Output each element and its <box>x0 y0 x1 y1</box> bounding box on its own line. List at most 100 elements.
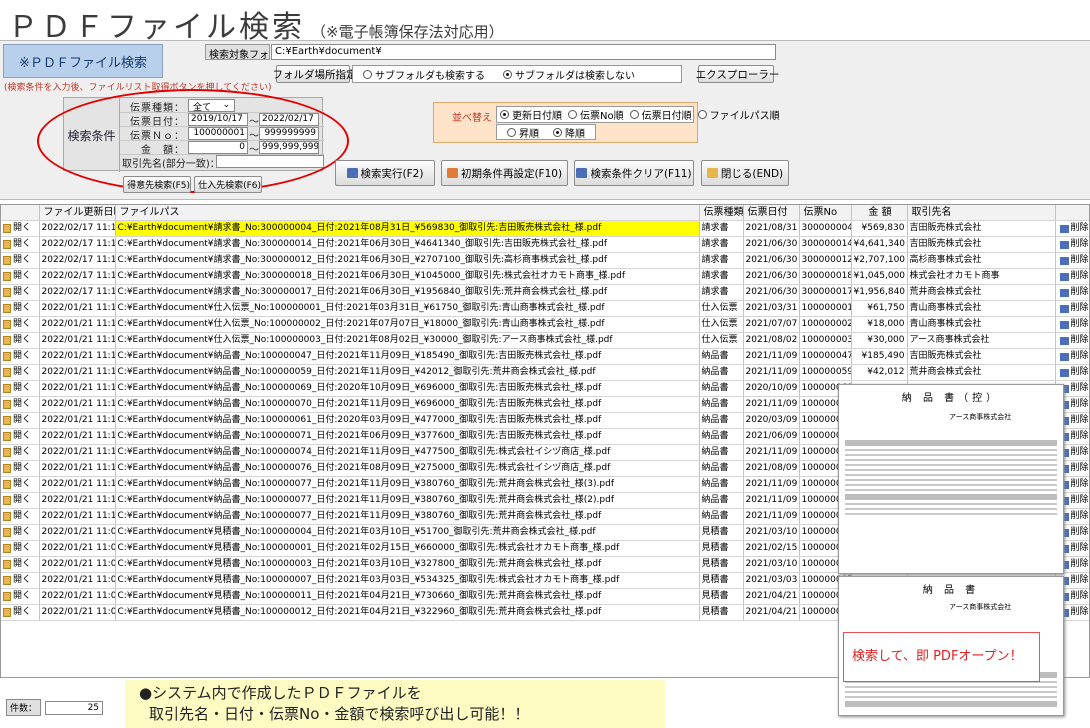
delete-cell[interactable]: 削除 <box>1055 301 1090 317</box>
open-cell[interactable]: 開く <box>1 429 39 445</box>
open-cell[interactable]: 開く <box>1 557 39 573</box>
open-button[interactable]: 開く <box>3 413 37 428</box>
delete-button[interactable]: 削除 <box>1058 317 1089 332</box>
table-row[interactable]: 開く2022/02/17 11:17:36C:¥Earth¥document¥請… <box>1 253 1090 269</box>
delete-cell[interactable]: 削除 <box>1055 349 1090 365</box>
table-row[interactable]: 開く2022/01/21 11:16:21C:¥Earth¥document¥仕… <box>1 333 1090 349</box>
delete-cell[interactable]: 削除 <box>1055 317 1090 333</box>
open-button[interactable]: 開く <box>3 429 37 444</box>
delete-button[interactable]: 削除 <box>1058 333 1089 348</box>
open-button[interactable]: 開く <box>3 477 37 492</box>
open-cell[interactable]: 開く <box>1 605 39 621</box>
close-button[interactable]: 閉じる(END) <box>701 160 789 186</box>
delete-button[interactable]: 削除 <box>1058 253 1089 268</box>
customer-search-button[interactable]: 得意先検索(F5) <box>123 176 191 193</box>
header-number[interactable]: 伝票No <box>799 205 851 221</box>
delete-cell[interactable]: 削除 <box>1055 221 1090 237</box>
open-cell[interactable]: 開く <box>1 317 39 333</box>
table-row[interactable]: 開く2022/01/21 11:15:19C:¥Earth¥document¥納… <box>1 365 1090 381</box>
open-button[interactable]: 開く <box>3 333 37 348</box>
delete-cell[interactable]: 削除 <box>1055 285 1090 301</box>
open-cell[interactable]: 開く <box>1 509 39 525</box>
open-cell[interactable]: 開く <box>1 253 39 269</box>
open-button[interactable]: 開く <box>3 285 37 300</box>
open-button[interactable]: 開く <box>3 349 37 364</box>
open-cell[interactable]: 開く <box>1 365 39 381</box>
header-amount[interactable]: 金 額 <box>851 205 907 221</box>
order-asc-radio[interactable]: 昇順 <box>507 125 539 140</box>
open-cell[interactable]: 開く <box>1 333 39 349</box>
header-date[interactable]: 伝票日付 <box>743 205 799 221</box>
delete-cell[interactable]: 削除 <box>1055 333 1090 349</box>
open-button[interactable]: 開く <box>3 269 37 284</box>
delete-cell[interactable]: 削除 <box>1055 253 1090 269</box>
open-cell[interactable]: 開く <box>1 461 39 477</box>
open-button[interactable]: 開く <box>3 461 37 476</box>
open-cell[interactable]: 開く <box>1 573 39 589</box>
sort-number-radio[interactable]: 伝票No順 <box>568 107 624 122</box>
reset-conditions-button[interactable]: 初期条件再設定(F10) <box>441 160 568 186</box>
open-button[interactable]: 開く <box>3 525 37 540</box>
delete-button[interactable]: 削除 <box>1058 349 1089 364</box>
supplier-search-button[interactable]: 仕入先検索(F6) <box>194 176 262 193</box>
open-cell[interactable]: 開く <box>1 477 39 493</box>
open-cell[interactable]: 開く <box>1 445 39 461</box>
open-button[interactable]: 開く <box>3 605 37 620</box>
order-desc-radio[interactable]: 降順 <box>553 125 585 140</box>
header-updated[interactable]: ファイル更新日時 <box>39 205 115 221</box>
table-row[interactable]: 開く2022/02/17 11:17:34C:¥Earth¥document¥請… <box>1 269 1090 285</box>
table-row[interactable]: 開く2022/01/21 11:16:34C:¥Earth¥document¥仕… <box>1 317 1090 333</box>
open-button[interactable]: 開く <box>3 541 37 556</box>
header-partner[interactable]: 取引先名 <box>907 205 1055 221</box>
open-button[interactable]: 開く <box>3 589 37 604</box>
delete-button[interactable]: 削除 <box>1058 237 1089 252</box>
table-row[interactable]: 開く2022/02/17 11:17:32C:¥Earth¥document¥請… <box>1 285 1090 301</box>
open-button[interactable]: 開く <box>3 365 37 380</box>
open-button[interactable]: 開く <box>3 221 37 236</box>
delete-button[interactable]: 削除 <box>1058 221 1089 236</box>
open-cell[interactable]: 開く <box>1 413 39 429</box>
sort-path-radio[interactable]: ファイルパス順 <box>698 107 780 122</box>
open-button[interactable]: 開く <box>3 557 37 572</box>
table-row[interactable]: 開く2022/01/21 11:15:45C:¥Earth¥document¥納… <box>1 349 1090 365</box>
subfolder-no-radio[interactable]: サブフォルダは検索しない <box>503 67 635 82</box>
delete-button[interactable]: 削除 <box>1058 301 1089 316</box>
open-cell[interactable]: 開く <box>1 541 39 557</box>
open-cell[interactable]: 開く <box>1 269 39 285</box>
header-kind[interactable]: 伝票種類 <box>699 205 743 221</box>
open-cell[interactable]: 開く <box>1 397 39 413</box>
delete-cell[interactable]: 削除 <box>1055 365 1090 381</box>
table-row[interactable]: 開く2022/02/17 11:17:38C:¥Earth¥document¥請… <box>1 237 1090 253</box>
delete-button[interactable]: 削除 <box>1058 269 1089 284</box>
open-cell[interactable]: 開く <box>1 493 39 509</box>
open-cell[interactable]: 開く <box>1 221 39 237</box>
clear-conditions-button[interactable]: 検索条件クリア(F11) <box>574 160 694 186</box>
open-cell[interactable]: 開く <box>1 285 39 301</box>
delete-cell[interactable]: 削除 <box>1055 237 1090 253</box>
open-cell[interactable]: 開く <box>1 381 39 397</box>
open-button[interactable]: 開く <box>3 301 37 316</box>
delete-button[interactable]: 削除 <box>1058 285 1089 300</box>
open-button[interactable]: 開く <box>3 237 37 252</box>
table-row[interactable]: 開く2022/02/17 11:17:46C:¥Earth¥document¥請… <box>1 221 1090 237</box>
subfolder-yes-radio[interactable]: サブフォルダも検索する <box>363 67 485 82</box>
open-button[interactable]: 開く <box>3 381 37 396</box>
sort-updated-radio[interactable]: 更新日付順 <box>500 107 562 122</box>
open-button[interactable]: 開く <box>3 509 37 524</box>
open-cell[interactable]: 開く <box>1 589 39 605</box>
open-button[interactable]: 開く <box>3 317 37 332</box>
delete-cell[interactable]: 削除 <box>1055 269 1090 285</box>
open-button[interactable]: 開く <box>3 445 37 460</box>
folder-select-button[interactable]: フォルダ場所指定 <box>276 65 350 83</box>
table-row[interactable]: 開く2022/01/21 11:16:47C:¥Earth¥document¥仕… <box>1 301 1090 317</box>
open-button[interactable]: 開く <box>3 253 37 268</box>
open-button[interactable]: 開く <box>3 493 37 508</box>
header-path[interactable]: ファイルパス <box>115 205 699 221</box>
open-cell[interactable]: 開く <box>1 301 39 317</box>
open-cell[interactable]: 開く <box>1 525 39 541</box>
folder-input[interactable]: C:¥Earth¥document¥ <box>271 44 776 60</box>
open-cell[interactable]: 開く <box>1 237 39 253</box>
open-button[interactable]: 開く <box>3 573 37 588</box>
sort-date-radio[interactable]: 伝票日付順 <box>630 107 692 122</box>
search-execute-button[interactable]: 検索実行(F2) <box>335 160 435 186</box>
